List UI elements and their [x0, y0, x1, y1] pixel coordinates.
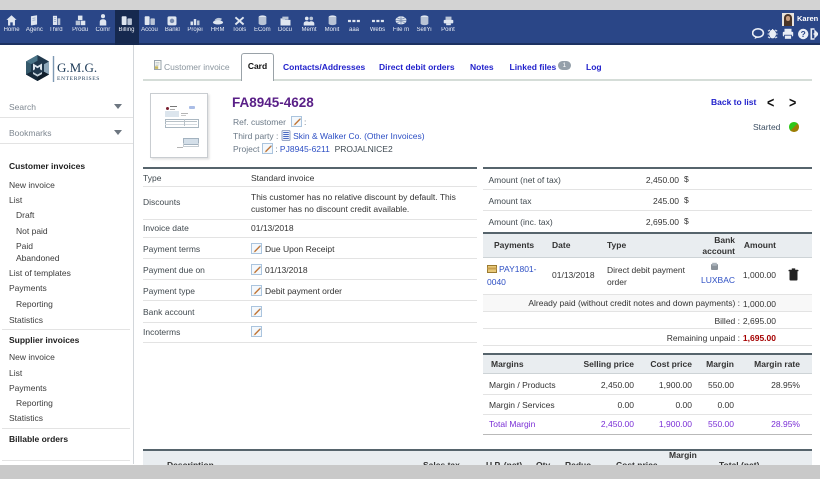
svg-text:ENTERPRISES: ENTERPRISES [57, 76, 100, 82]
svg-text:?: ? [801, 29, 806, 39]
svg-text:G.M.G.: G.M.G. [57, 60, 97, 75]
